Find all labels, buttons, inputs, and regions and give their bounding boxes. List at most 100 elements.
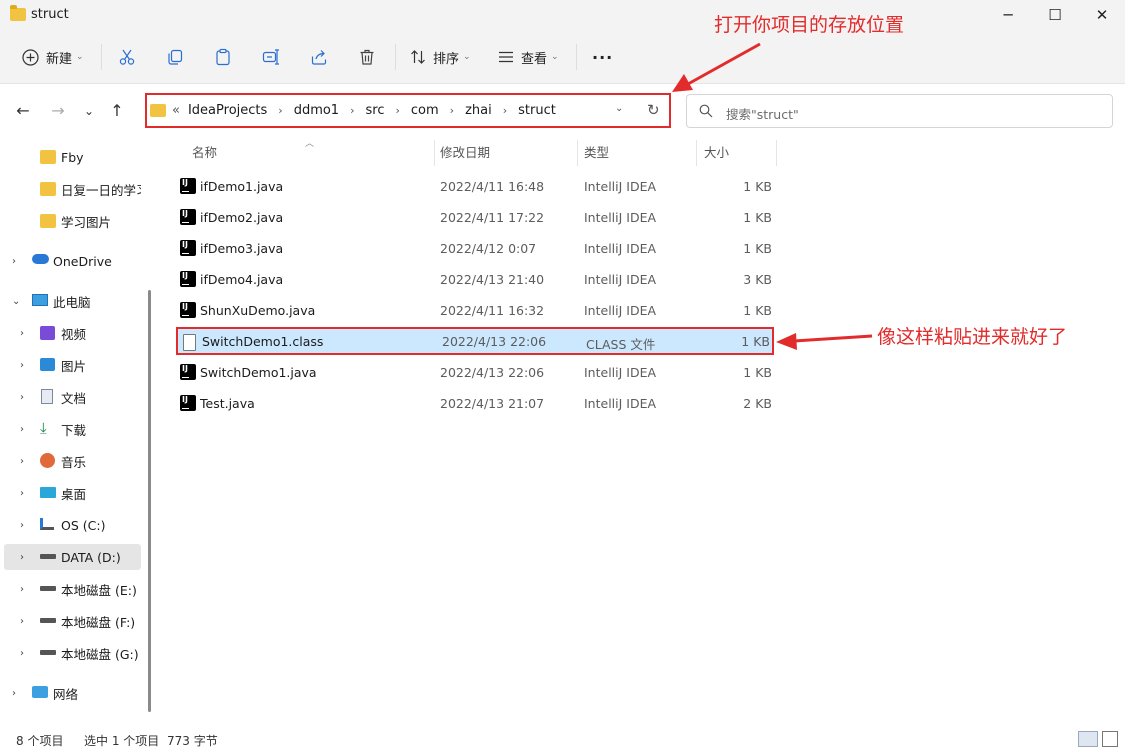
file-row[interactable]: ShunXuDemo.java 2022/4/11 16:32 IntelliJ…: [176, 296, 774, 324]
new-button[interactable]: 新建 ⌄: [22, 42, 84, 72]
chevron-right-icon[interactable]: ›: [20, 552, 24, 563]
folder-icon: [40, 182, 56, 196]
file-row-selected[interactable]: SwitchDemo1.class 2022/4/13 22:06 CLASS …: [176, 327, 774, 355]
sidebar-item-drive-f[interactable]: › 本地磁盘 (F:): [0, 608, 140, 634]
column-divider[interactable]: [776, 140, 777, 166]
file-type: CLASS 文件: [586, 337, 656, 352]
refresh-icon[interactable]: ↻: [647, 101, 660, 119]
maximize-button[interactable]: ☐: [1032, 2, 1078, 28]
chevron-right-icon[interactable]: ›: [278, 104, 282, 117]
sidebar-item-label: 本地磁盘 (G:): [61, 646, 139, 662]
chevron-right-icon[interactable]: ›: [20, 328, 24, 339]
sidebar-item-daily-study[interactable]: 日复一日的学习: [0, 176, 141, 202]
view-button[interactable]: 查看 ⌄: [498, 42, 559, 72]
forward-arrow-icon[interactable]: →: [47, 100, 69, 122]
delete-button[interactable]: [358, 42, 376, 72]
search-icon: [699, 104, 713, 118]
chevron-right-icon[interactable]: ›: [395, 104, 399, 117]
image-icon: [40, 358, 55, 371]
tiles-view-icon[interactable]: [1102, 731, 1118, 747]
annotation-open-location: 打开你项目的存放位置: [714, 14, 905, 36]
chevron-right-icon[interactable]: ›: [450, 104, 454, 117]
sidebar-item-onedrive[interactable]: › OneDrive: [0, 248, 140, 274]
sort-button[interactable]: 排序 ⌄: [410, 42, 471, 72]
chevron-down-icon[interactable]: ⌄: [12, 296, 20, 307]
breadcrumb-item[interactable]: ddmo1: [294, 103, 339, 118]
column-header-type[interactable]: 类型: [584, 138, 609, 168]
copy-button[interactable]: [166, 42, 184, 72]
sidebar-item-drive-g[interactable]: › 本地磁盘 (G:): [0, 640, 140, 666]
address-bar[interactable]: « IdeaProjects › ddmo1 › src › com › zha…: [145, 93, 671, 128]
chevron-right-icon[interactable]: ›: [20, 648, 24, 659]
cut-button[interactable]: [118, 42, 136, 72]
chevron-down-icon[interactable]: ⌄: [615, 103, 623, 114]
search-box[interactable]: 搜索"struct": [686, 94, 1113, 128]
breadcrumb-item[interactable]: zhai: [465, 103, 492, 118]
sidebar-item-music[interactable]: › 音乐: [0, 448, 140, 474]
chevron-right-icon[interactable]: ›: [20, 456, 24, 467]
column-divider[interactable]: [577, 140, 578, 166]
sidebar-item-downloads[interactable]: › ⤓ 下载: [0, 416, 140, 442]
back-arrow-icon[interactable]: ←: [12, 100, 34, 122]
breadcrumb-item[interactable]: com: [411, 103, 439, 118]
search-input[interactable]: 搜索"struct": [726, 104, 799, 123]
sidebar-item-drive-c[interactable]: › OS (C:): [0, 512, 140, 538]
rename-button[interactable]: [262, 42, 280, 72]
chevron-right-icon[interactable]: ›: [20, 424, 24, 435]
file-row[interactable]: ifDemo3.java 2022/4/12 0:07 IntelliJ IDE…: [176, 234, 774, 262]
sidebar-item-fby[interactable]: Fby: [0, 144, 140, 170]
breadcrumb-item[interactable]: src: [366, 103, 385, 118]
up-arrow-icon[interactable]: ↑: [106, 100, 128, 122]
sidebar-item-pictures[interactable]: › 图片: [0, 352, 140, 378]
minimize-button[interactable]: ─: [985, 2, 1031, 28]
file-date: 2022/4/13 22:06: [440, 365, 545, 380]
details-view-icon[interactable]: [1078, 731, 1098, 747]
chevron-right-icon[interactable]: ›: [20, 488, 24, 499]
divider: [576, 44, 577, 70]
paste-button[interactable]: [214, 42, 232, 72]
file-row[interactable]: ifDemo2.java 2022/4/11 17:22 IntelliJ ID…: [176, 203, 774, 231]
drive-icon: [40, 586, 56, 591]
chevron-right-icon[interactable]: ›: [12, 688, 16, 699]
chevron-right-icon[interactable]: ›: [350, 104, 354, 117]
breadcrumb-item[interactable]: struct: [518, 103, 556, 118]
file-row[interactable]: SwitchDemo1.java 2022/4/13 22:06 Intelli…: [176, 358, 774, 386]
chevron-right-icon[interactable]: ›: [20, 392, 24, 403]
more-button[interactable]: ···: [592, 42, 613, 72]
sidebar-item-label: 日复一日的学习: [61, 182, 141, 198]
chevron-right-icon[interactable]: ›: [20, 616, 24, 627]
chevron-right-icon[interactable]: ›: [20, 360, 24, 371]
sidebar-scrollbar[interactable]: [148, 290, 151, 712]
file-row[interactable]: ifDemo1.java 2022/4/11 16:48 IntelliJ ID…: [176, 172, 774, 200]
sidebar-item-desktop[interactable]: › 桌面: [0, 480, 140, 506]
chevron-right-icon[interactable]: ›: [20, 520, 24, 531]
column-divider[interactable]: [696, 140, 697, 166]
file-size: 2 KB: [743, 396, 772, 411]
column-header-size[interactable]: 大小: [704, 138, 729, 168]
sidebar-item-documents[interactable]: › 文档: [0, 384, 140, 410]
recent-chevron-icon[interactable]: ⌄: [78, 100, 100, 122]
file-row[interactable]: Test.java 2022/4/13 21:07 IntelliJ IDEA …: [176, 389, 774, 417]
column-header-date[interactable]: 修改日期: [440, 138, 490, 168]
sidebar-item-study-pictures[interactable]: 学习图片: [0, 208, 140, 234]
chevron-right-icon[interactable]: ›: [20, 584, 24, 595]
column-divider[interactable]: [434, 140, 435, 166]
chevron-right-icon[interactable]: ›: [12, 256, 16, 267]
sidebar-item-label: 本地磁盘 (E:): [61, 582, 137, 598]
column-header-name[interactable]: 名称: [192, 138, 217, 168]
file-date: 2022/4/13 21:40: [440, 272, 545, 287]
file-list: 名称 ︿ 修改日期 类型 大小 ifDemo1.java 2022/4/11 1…: [170, 138, 790, 728]
sidebar-item-this-pc[interactable]: ⌄ 此电脑: [0, 288, 140, 314]
file-row[interactable]: ifDemo4.java 2022/4/13 21:40 IntelliJ ID…: [176, 265, 774, 293]
breadcrumb-item[interactable]: IdeaProjects: [188, 103, 267, 118]
sidebar-item-drive-e[interactable]: › 本地磁盘 (E:): [0, 576, 140, 602]
sidebar-item-videos[interactable]: › 视频: [0, 320, 140, 346]
overflow-icon[interactable]: «: [172, 103, 180, 118]
close-button[interactable]: ✕: [1079, 2, 1125, 28]
share-button[interactable]: [310, 42, 328, 72]
chevron-right-icon[interactable]: ›: [503, 104, 507, 117]
sidebar-item-label: 图片: [61, 358, 87, 374]
divider: [101, 44, 102, 70]
sidebar-item-drive-d[interactable]: › DATA (D:): [4, 544, 141, 570]
sidebar-item-network[interactable]: › 网络: [0, 680, 140, 706]
